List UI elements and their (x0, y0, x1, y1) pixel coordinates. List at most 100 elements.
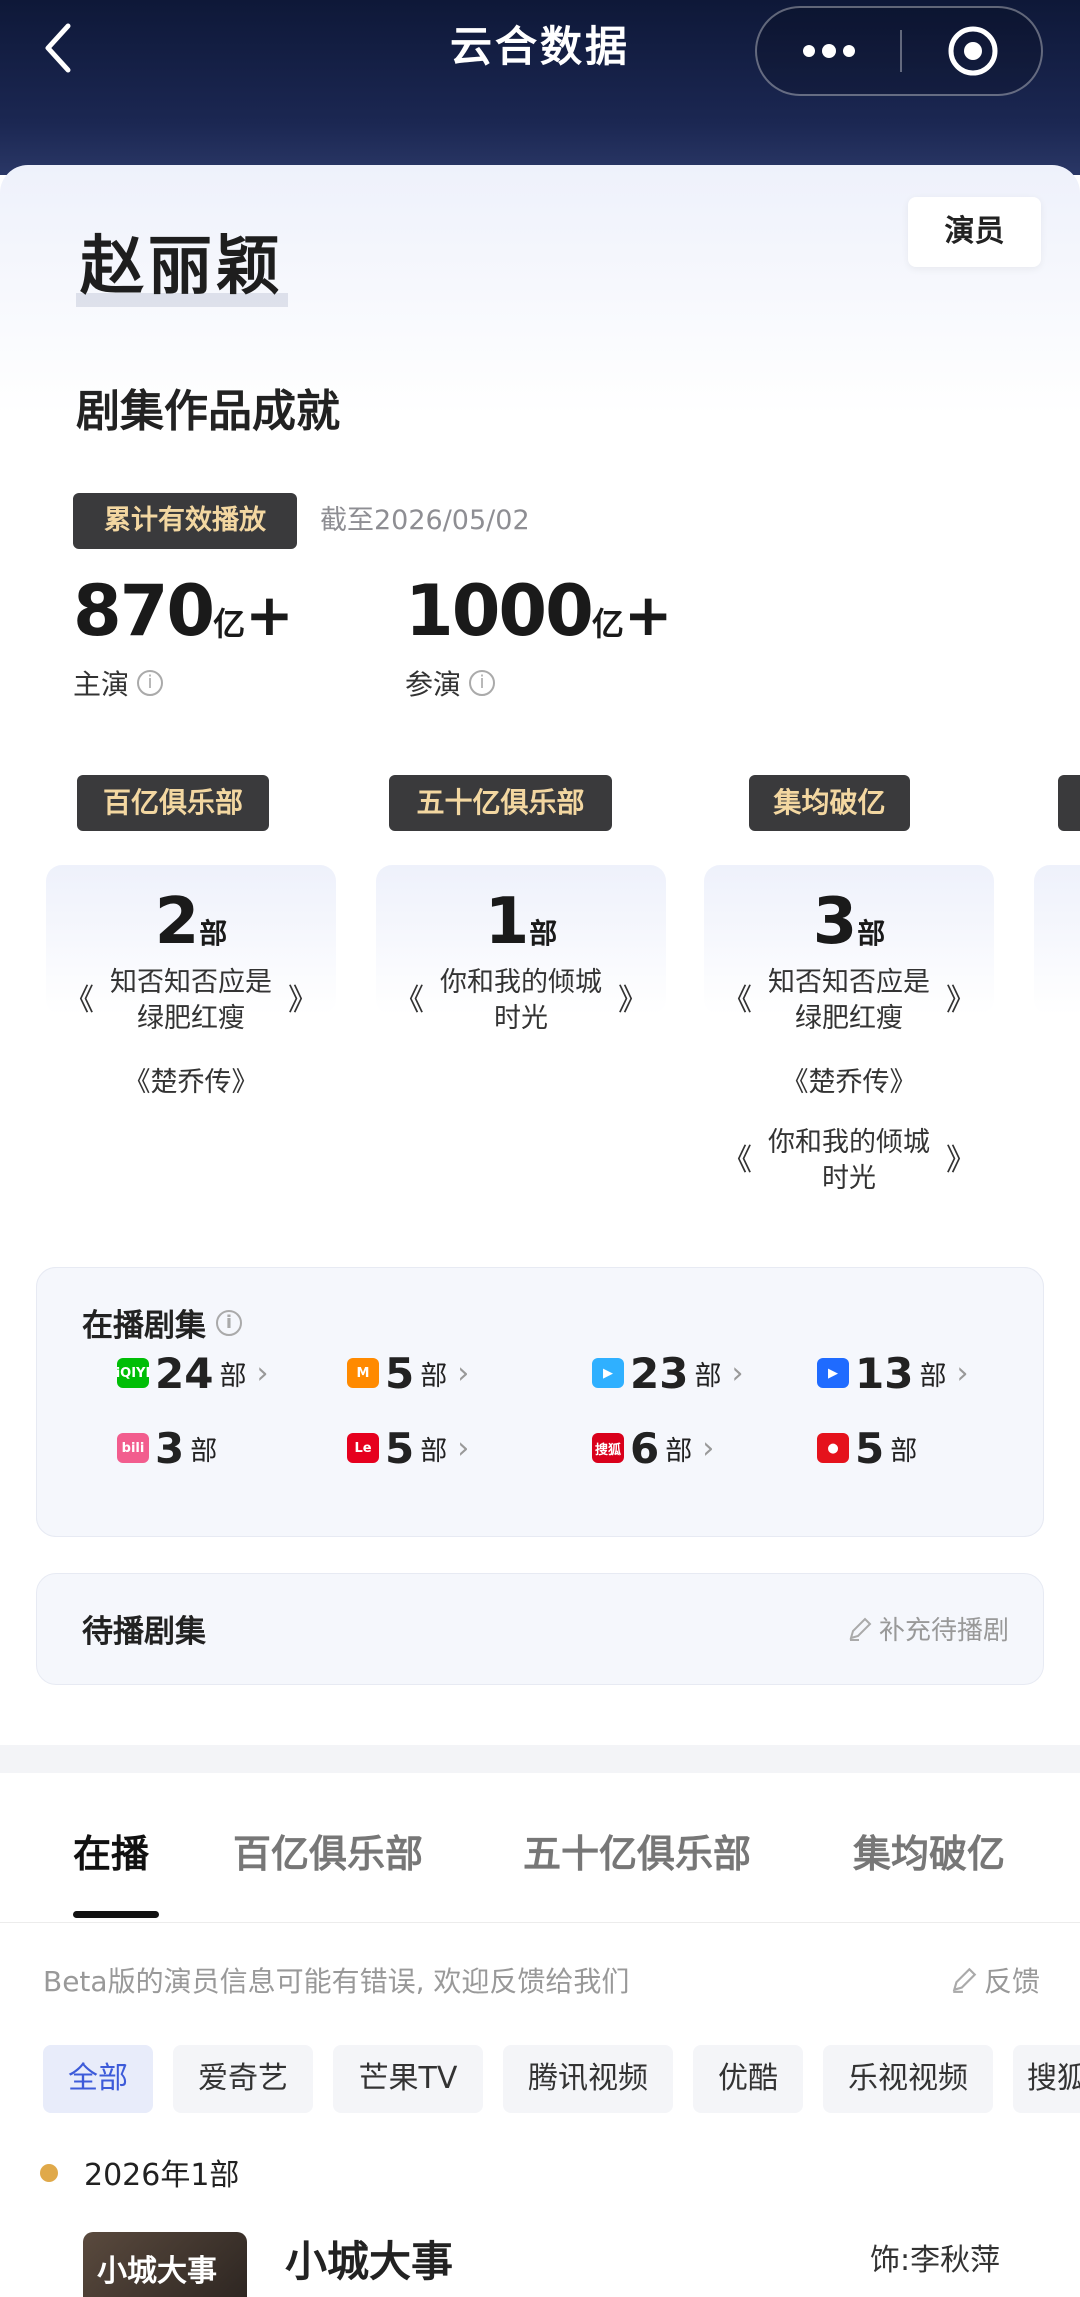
sohu-video-icon: 搜狐 (592, 1433, 624, 1463)
filter-chip-sohu[interactable]: 搜狐 (1013, 2045, 1080, 2113)
show-poster[interactable]: 小城大事 (83, 2232, 247, 2297)
info-icon[interactable]: i (216, 1309, 242, 1336)
year-group-label: 2026年1部 (84, 2158, 240, 2193)
platform-count: 23 (630, 1348, 689, 1398)
category-tabs: 在播 百亿俱乐部 五十亿俱乐部 集均破亿 (0, 1773, 1080, 1923)
platform-count: 5 (855, 1423, 885, 1473)
work-title[interactable]: 《你和我的倾城 时光》 (376, 965, 666, 1037)
tab-5b-club[interactable]: 五十亿俱乐部 (523, 1823, 751, 1878)
letv-icon: Le (347, 1433, 379, 1463)
platform-tencent-video[interactable]: ▶ 23 部 › (592, 1343, 743, 1403)
club-count-value: 1 (484, 885, 530, 959)
platform-unit: 部 (420, 1360, 448, 1392)
chevron-right-icon: › (457, 1355, 470, 1391)
club-count-unit: 部 (857, 917, 886, 950)
support-plays-stat: 1000亿+ (405, 570, 672, 652)
work-title[interactable]: 《楚乔传》 (704, 1065, 994, 1101)
show-title[interactable]: 小城大事 (285, 2228, 453, 2289)
iqiyi-icon: iQIYI (116, 1358, 150, 1388)
work-title[interactable]: 《知否知否应是 绿肥红瘦》 (46, 965, 336, 1037)
filter-chip-mango[interactable]: 芒果TV (333, 2045, 483, 2113)
platform-unit: 部 (420, 1435, 448, 1467)
airing-title: 在播剧集 i (82, 1300, 242, 1345)
upcoming-series-card[interactable]: 待播剧集 补充待播剧 (36, 1573, 1044, 1685)
work-title[interactable]: 《知否知否应是 绿肥红瘦》 (704, 965, 994, 1037)
platform-unit: 部 (665, 1435, 693, 1467)
airing-title-text: 在播剧集 (82, 1308, 206, 1344)
platform-count: 13 (855, 1348, 914, 1398)
achievements-heading: 剧集作品成就 (76, 386, 340, 437)
mango-tv-icon: M (347, 1358, 379, 1388)
platform-count: 24 (155, 1348, 214, 1398)
more-dots-icon (802, 44, 855, 58)
actor-name: 赵丽颖 (76, 215, 288, 307)
club-count-value: 2 (154, 885, 200, 959)
club-count: 3部 (704, 885, 994, 959)
close-miniprogram-button[interactable] (903, 8, 1043, 94)
support-plays-label: 参演 i (405, 663, 496, 703)
platform-iqiyi[interactable]: iQIYI 24 部 › (116, 1343, 269, 1403)
platform-letv[interactable]: Le 5 部 › (347, 1418, 469, 1478)
club-badge: 五十亿俱乐部 (389, 775, 612, 831)
pencil-icon (952, 1967, 977, 1993)
platform-count: 3 (155, 1423, 185, 1473)
chevron-right-icon: › (457, 1430, 470, 1466)
capsule-divider (900, 30, 902, 72)
platform-bilibili[interactable]: bili 3 部 (117, 1418, 217, 1478)
platform-unit: 部 (890, 1435, 918, 1467)
tab-10b-club[interactable]: 百亿俱乐部 (233, 1823, 423, 1878)
support-label-text: 参演 (405, 668, 462, 701)
bilibili-icon: bili (117, 1433, 149, 1463)
platform-unit: 部 (219, 1360, 247, 1392)
top-navigation-bar: 云合数据 (0, 0, 1080, 175)
support-plays-value: 1000 (405, 570, 594, 652)
lead-label-text: 主演 (73, 668, 130, 701)
platform-unit: 部 (919, 1360, 947, 1392)
club-badge-overflow[interactable] (1058, 775, 1080, 831)
work-title[interactable]: 《楚乔传》 (46, 1065, 336, 1101)
pencil-icon (849, 1617, 872, 1641)
cumulative-plays-badge: 累计有效播放 (73, 493, 297, 549)
work-title[interactable]: 《你和我的倾城 时光》 (704, 1125, 994, 1197)
chevron-right-icon: › (956, 1355, 969, 1391)
active-tab-indicator (73, 1911, 159, 1918)
chevron-right-icon: › (702, 1430, 715, 1466)
lead-plays-value: 870 (73, 570, 215, 652)
club-count: 1部 (376, 885, 666, 959)
beta-notice: Beta版的演员信息可能有错误, 欢迎反馈给我们 (43, 1965, 630, 1998)
platform-youku[interactable]: ▶ 13 部 › (817, 1343, 968, 1403)
add-upcoming-button[interactable]: 补充待播剧 (847, 1610, 1009, 1647)
support-plays-plus: + (623, 581, 673, 649)
filter-chip-youku[interactable]: 优酷 (693, 2045, 803, 2113)
platform-mango-tv[interactable]: M 5 部 › (347, 1343, 469, 1403)
info-icon[interactable]: i (469, 670, 496, 696)
tencent-video-icon: ▶ (592, 1358, 624, 1388)
lead-plays-unit: 亿 (213, 605, 246, 643)
filter-chip-all[interactable]: 全部 (43, 2045, 153, 2113)
filter-chip-tencent[interactable]: 腾讯视频 (503, 2045, 673, 2113)
platform-count: 5 (385, 1348, 415, 1398)
platform-pptv[interactable]: ● 5 部 (817, 1418, 917, 1478)
youku-icon: ▶ (817, 1358, 849, 1388)
more-button[interactable] (757, 8, 900, 94)
timeline-dot (40, 2164, 58, 2182)
filter-chip-iqiyi[interactable]: 爱奇艺 (173, 2045, 313, 2113)
club-panel-overflow (1034, 865, 1080, 1015)
info-icon[interactable]: i (137, 670, 164, 696)
club-count: 2部 (46, 885, 336, 959)
show-role: 饰:李秋萍 (870, 2243, 1001, 2278)
lead-plays-plus: + (245, 581, 294, 649)
tab-ep-100m[interactable]: 集均破亿 (853, 1823, 1005, 1878)
club-count-unit: 部 (199, 917, 228, 950)
section-divider (0, 1745, 1080, 1773)
platform-count: 6 (630, 1423, 660, 1473)
tab-airing[interactable]: 在播 (73, 1823, 149, 1878)
filter-chip-letv[interactable]: 乐视视频 (823, 2045, 993, 2113)
lead-plays-label: 主演 i (73, 663, 164, 703)
feedback-button[interactable]: 反馈 (950, 1960, 1040, 2000)
platform-sohu-video[interactable]: 搜狐 6 部 › (592, 1418, 714, 1478)
role-tag[interactable]: 演员 (908, 197, 1041, 267)
mini-program-capsule (755, 6, 1043, 96)
platform-count: 5 (385, 1423, 415, 1473)
pptv-icon: ● (817, 1433, 849, 1463)
